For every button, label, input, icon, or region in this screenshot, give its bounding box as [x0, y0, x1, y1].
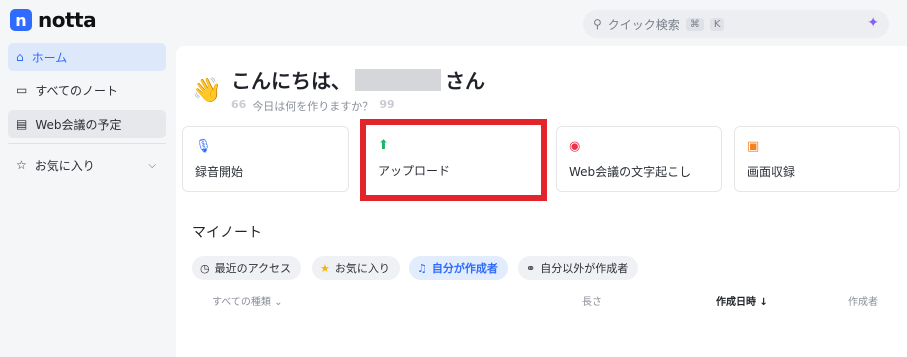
- shortcut-key-k: K: [709, 17, 725, 31]
- greeting-title: こんにちは、 さん: [231, 65, 485, 94]
- calendar-icon: ▤: [16, 117, 28, 131]
- redacted-username: [355, 68, 441, 91]
- card-label: 録音開始: [195, 165, 244, 179]
- headphones-icon: ♫: [417, 261, 427, 275]
- sidebar-item-favorites[interactable]: ☆ お気に入り ⌵: [8, 151, 166, 179]
- column-created-date[interactable]: 作成日時 ↓: [716, 293, 768, 308]
- app-name: notta: [38, 8, 97, 32]
- filter-label: 最近のアクセス: [214, 262, 292, 275]
- search-input[interactable]: ⚲ クイック検索 ⌘ K ✦: [583, 10, 889, 38]
- sidebar-divider: [8, 143, 166, 144]
- sidebar-item-label: ホーム: [31, 50, 68, 65]
- column-type-filter[interactable]: すべての種類 ⌄: [212, 293, 282, 308]
- link-icon: ⚭: [526, 261, 536, 275]
- search-placeholder: クイック検索: [607, 17, 680, 32]
- filter-label: 自分が作成者: [431, 262, 498, 275]
- close-quote-icon: 99: [379, 98, 395, 111]
- chevron-down-icon[interactable]: ⌵: [148, 160, 156, 171]
- sidebar: ⌂ ホーム ▭ すべてのノート ▤ Web会議の予定 ☆ お気に入り ⌵: [0, 40, 175, 357]
- highlight-box: [360, 119, 547, 201]
- open-quote-icon: 66: [231, 98, 247, 111]
- column-creator[interactable]: 作成者: [848, 293, 878, 308]
- meeting-icon: ◉: [569, 139, 581, 154]
- microphone-icon: 🎙: [195, 139, 212, 154]
- clock-icon: ◷: [200, 261, 210, 275]
- search-icon: ⚲: [593, 17, 602, 31]
- app-logo[interactable]: n notta: [10, 8, 97, 32]
- filter-created-by-me[interactable]: ♫ 自分が作成者: [409, 256, 508, 280]
- filter-created-by-others[interactable]: ⚭ 自分以外が作成者: [518, 256, 639, 280]
- sidebar-item-all-notes[interactable]: ▭ すべてのノート: [8, 76, 166, 104]
- start-recording-card[interactable]: 🎙 録音開始: [182, 126, 349, 192]
- filter-recent[interactable]: ◷ 最近のアクセス: [192, 256, 302, 280]
- home-icon: ⌂: [16, 50, 24, 64]
- meeting-transcription-card[interactable]: ◉ Web会議の文字起こし: [556, 126, 722, 192]
- shortcut-key-cmd: ⌘: [685, 17, 704, 31]
- card-label: Web会議の文字起こし: [569, 165, 692, 179]
- wave-emoji-icon: 👋: [192, 76, 222, 104]
- greeting-subtitle: 66 今日は何を作りますか？ 99: [231, 98, 395, 114]
- main-panel: 👋 こんにちは、 さん 66 今日は何を作りますか？ 99 🎙 録音開始 ⬆ ア…: [176, 46, 907, 357]
- notes-section-title: マイノート: [192, 225, 262, 241]
- folder-icon: ▭: [16, 83, 28, 97]
- sidebar-item-label: お気に入り: [34, 158, 95, 173]
- screen-record-card[interactable]: ▣ 画面収録: [734, 126, 900, 192]
- logo-mark: n: [10, 9, 32, 31]
- sidebar-item-label: すべてのノート: [35, 83, 119, 98]
- sidebar-item-label: Web会議の予定: [35, 117, 122, 132]
- subtitle-text: 今日は何を作りますか？: [252, 100, 374, 113]
- filter-favorites[interactable]: ★ お気に入り: [312, 256, 400, 280]
- greeting-prefix: こんにちは、: [231, 69, 351, 93]
- filter-label: お気に入り: [334, 262, 390, 275]
- screen-record-icon: ▣: [747, 139, 760, 154]
- star-icon: ★: [320, 261, 330, 275]
- filter-label: 自分以外が作成者: [540, 262, 629, 275]
- ai-sparkle-icon[interactable]: ✦: [867, 15, 879, 31]
- greeting-suffix: さん: [445, 69, 485, 93]
- top-bar: n notta ⚲ クイック検索 ⌘ K ✦: [0, 0, 907, 44]
- card-label: 画面収録: [747, 165, 796, 179]
- star-icon: ☆: [16, 158, 27, 172]
- column-length[interactable]: 長さ: [582, 293, 602, 308]
- sidebar-item-home[interactable]: ⌂ ホーム: [8, 43, 166, 71]
- sidebar-item-meetings[interactable]: ▤ Web会議の予定: [8, 110, 166, 138]
